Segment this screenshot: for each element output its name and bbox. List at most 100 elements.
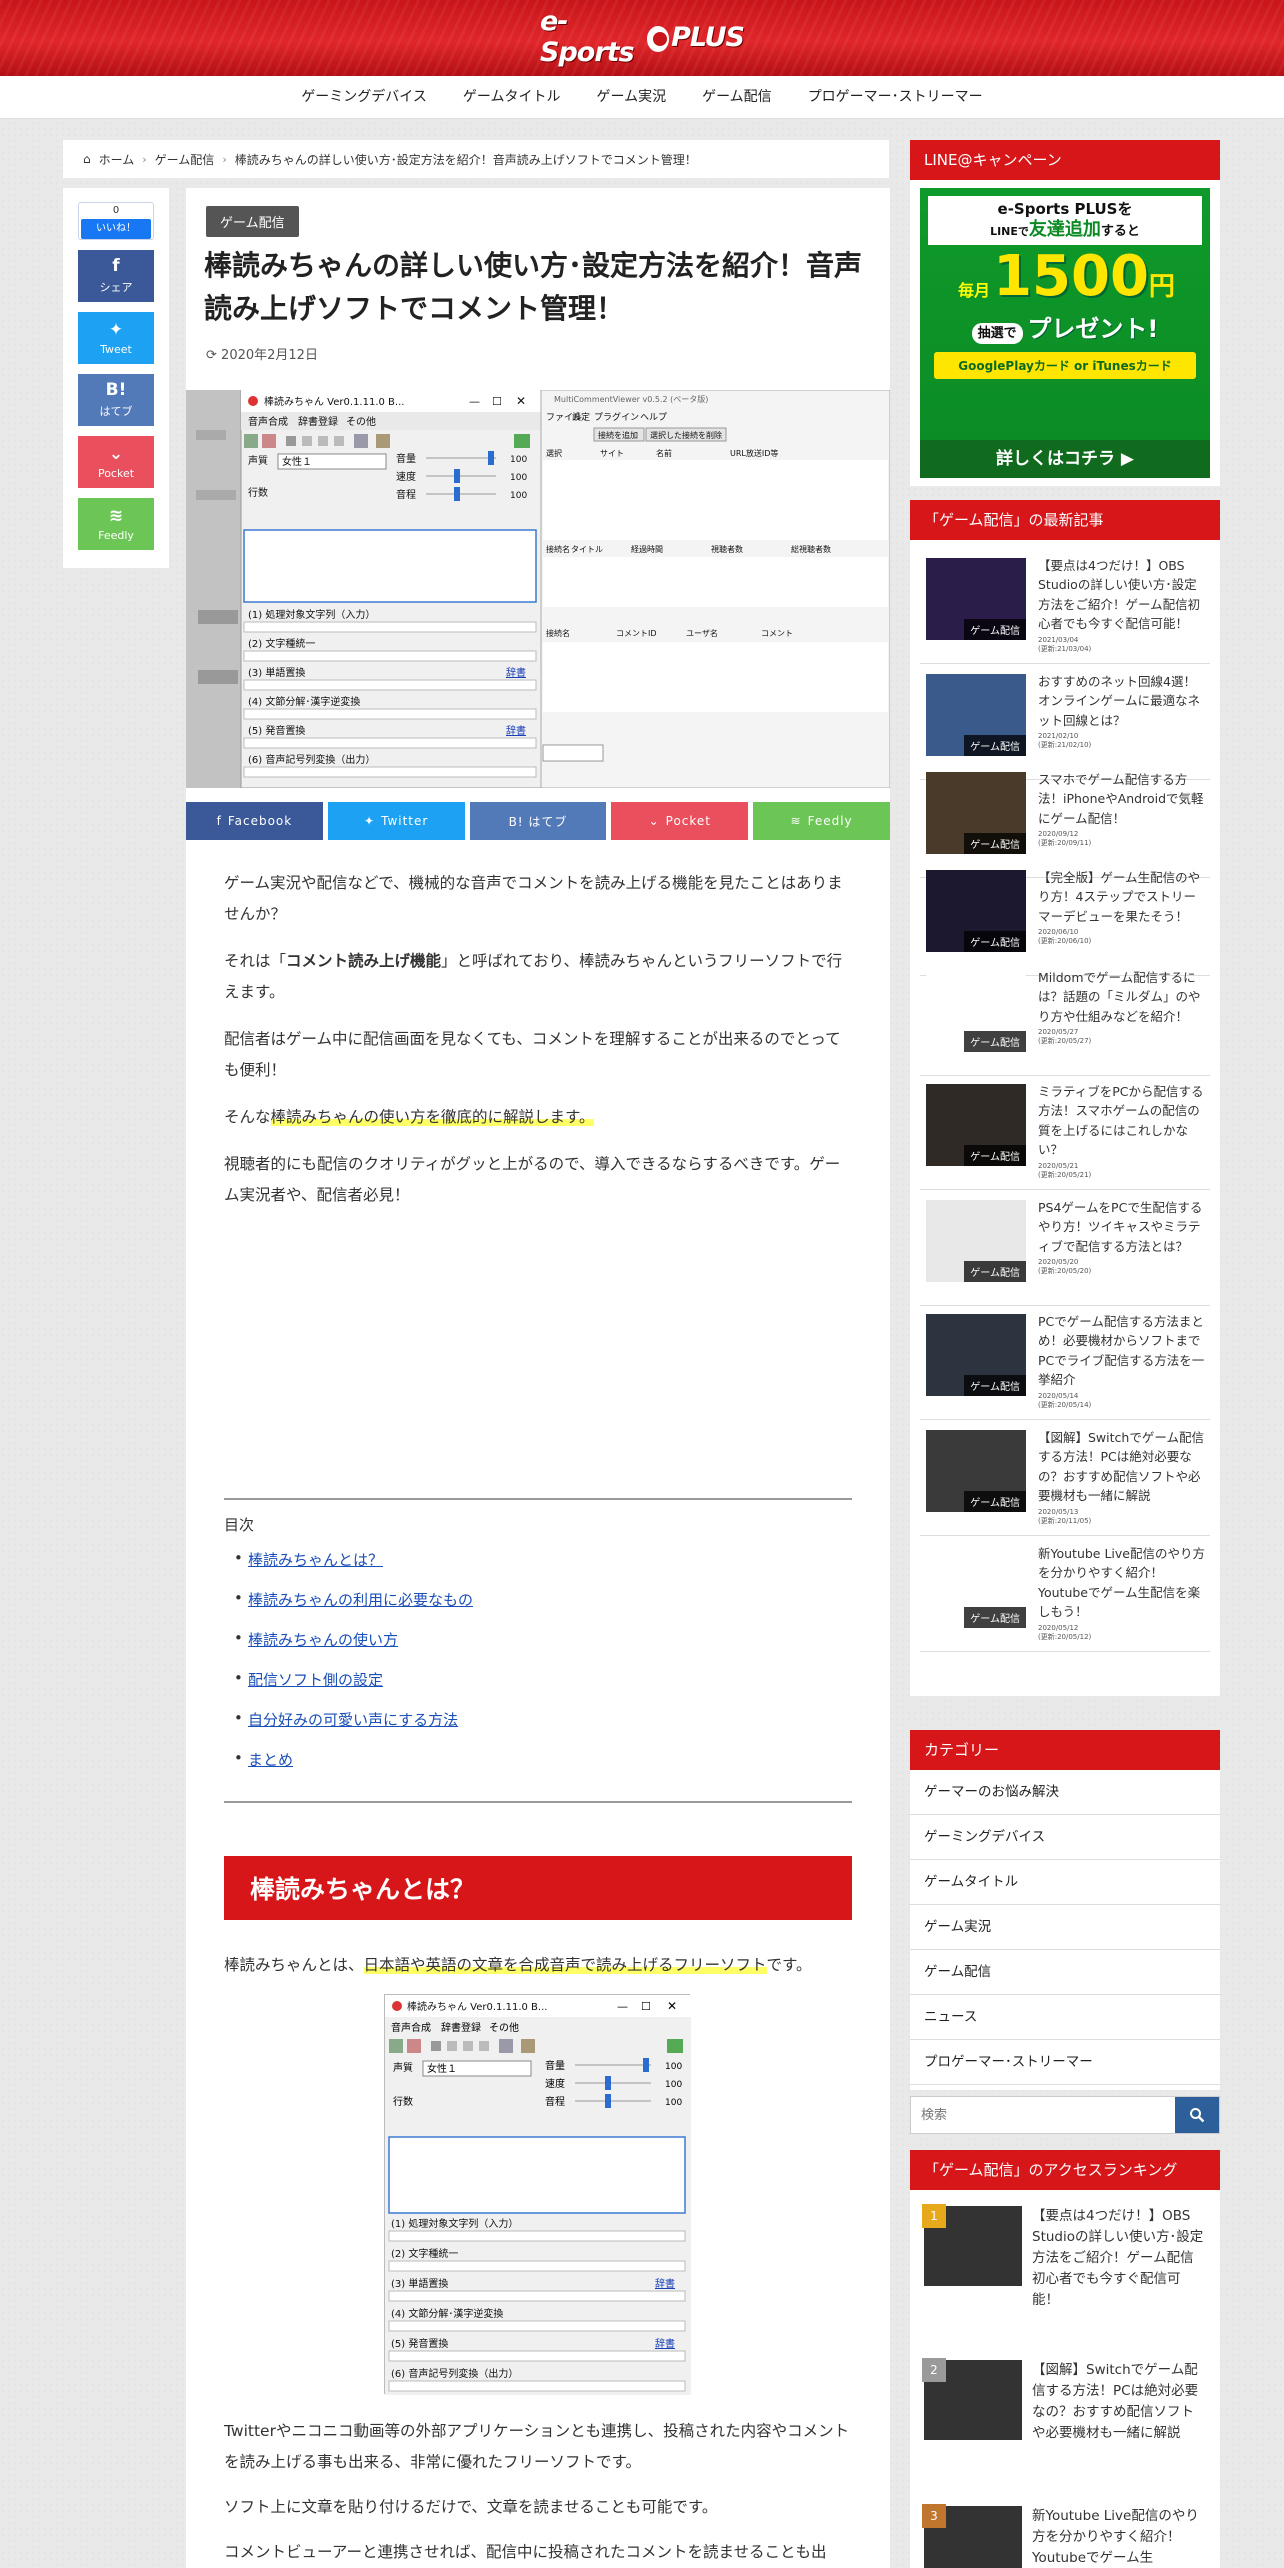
category-link[interactable]: プロゲーマー･ストリーマー [910,2040,1220,2085]
sharebar-pocket-button[interactable]: ⌄ Pocket [611,802,749,840]
hero-section: (3) 単語置換 [248,666,305,679]
post-title[interactable]: 【完全版】ゲーム生配信のやり方！4ステップでストリーマーデビューを果たそう！ [1038,868,1208,926]
category-link[interactable]: ゲーム配信 [910,1950,1220,1995]
recent-post-item[interactable]: ゲーム配信 新Youtube Live配信のやり方を分かりやすく紹介！Youtub… [920,1536,1210,1652]
post-thumbnail[interactable]: ゲーム配信 [926,1084,1026,1166]
hero-value: 100 [665,2098,682,2108]
category-link[interactable]: ゲーミングデバイス [910,1815,1220,1860]
hero-col: URL放送ID等 [730,448,778,458]
hero-menu: ヘルプ [640,412,667,423]
recent-post-item[interactable]: ゲーム配信 Mildomでゲーム配信するには？話題の「ミルダム」のやり方や仕組みな… [920,960,1210,1076]
hero-tab: 音声合成 [391,2021,431,2034]
recent-post-item[interactable]: ゲーム配信 ミラティブをPCから配信する方法！スマホゲームの配信の質を上げるにはこ… [920,1074,1210,1190]
nav-item-game-title[interactable]: ゲームタイトル [445,76,579,118]
post-thumbnail[interactable]: ゲーム配信 [926,1314,1026,1396]
facebook-like-button[interactable]: 0 いいね！ [78,202,154,240]
site-logo[interactable]: e-Sports PLUS [540,6,745,68]
post-thumbnail[interactable]: ゲーム配信 [926,1430,1026,1512]
post-thumbnail[interactable]: ゲーム配信 [926,674,1026,756]
recent-post-item[interactable]: ゲーム配信 【完全版】ゲーム生配信のやり方！4ステップでストリーマーデビューを果た… [920,860,1210,976]
post-date: 2021/03/04 (更新:21/03/04) [1038,636,1092,654]
article-body-continued: Twitterやニコニコ動画等の外部アプリケーションとも連携し、投稿された内容や… [224,2416,852,2568]
hero-section: (5) 発音置換 [248,724,305,737]
post-title[interactable]: 新Youtube Live配信のやり方を分かりやすく紹介！Youtubeでゲーム… [1038,1544,1208,1622]
post-title[interactable]: Mildomでゲーム配信するには？話題の「ミルダム」のやり方や仕組みなどを紹介！ [1038,968,1208,1026]
share-hatena-button[interactable]: B! はてブ [78,374,154,426]
post-title[interactable]: 【図解】Switchでゲーム配信する方法！PCは絶対必要なの？おすすめ配信ソフト… [1038,1428,1208,1506]
post-title[interactable]: おすすめのネット回線4選！オンラインゲームに最適なネット回線とは？ [1038,672,1208,730]
post-thumbnail[interactable]: ゲーム配信 [926,558,1026,640]
sharebar-twitter-button[interactable]: ✦ Twitter [327,802,465,840]
ranking-thumbnail[interactable]: 3 [922,2504,1022,2568]
category-link[interactable]: ゲームタイトル [910,1860,1220,1905]
nav-item-gaming-device[interactable]: ゲーミングデバイス [283,76,445,118]
post-title[interactable]: 【要点は4つだけ！】OBS Studioの詳しい使い方･設定方法をご紹介！ゲーム… [1038,556,1208,634]
search-input[interactable] [911,2097,1175,2133]
nav-item-game-jikkyo[interactable]: ゲーム実況 [579,76,685,118]
breadcrumb-home[interactable]: ホーム [99,151,135,168]
hero-button: 選択した接続を削除 [650,430,722,440]
article: ゲーム配信 棒読みちゃんの詳しい使い方･設定方法を紹介！音声読み上げソフトでコメ… [186,188,890,2568]
paragraph: そんな棒読みちゃんの使い方を徹底的に解説します。 [224,1108,595,1126]
toc-link[interactable]: 自分好みの可愛い声にする方法 [248,1711,458,1729]
category-link[interactable]: ニュース [910,1995,1220,2040]
post-title[interactable]: PCでゲーム配信する方法まとめ！必要機材からソフトまでPCでライブ配信する方法を… [1038,1312,1208,1390]
hero-label: 声質 [248,454,268,467]
bouyomi-screenshot: 棒読みちゃん Ver0.1.11.0 B... — ☐ ✕ 音声合成 辞書登録 その… [384,1994,691,2395]
toc-link[interactable]: 棒読みちゃんとは？ [248,1551,383,1569]
window-title: 棒読みちゃん Ver0.1.11.0 B... [407,2000,547,2013]
hero-label: 音量 [545,2059,565,2072]
article-body: ゲーム実況や配信などで、機械的な音声でコメントを読み上げる機能を見たことはありま… [224,868,852,1227]
campaign-banner[interactable]: e-Sports PLUSを LINEで友達追加すると 毎月1500円 抽選で … [920,188,1210,478]
share-twitter-button[interactable]: ✦ Tweet [78,312,154,364]
recent-post-item[interactable]: ゲーム配信 【図解】Switchでゲーム配信する方法！PCは絶対必要なの？おすすめ… [920,1420,1210,1536]
nav-item-progamer[interactable]: プロゲーマー･ストリーマー [790,76,1001,118]
category-link[interactable]: ゲーム実況 [910,1905,1220,1950]
share-bar: f Facebook ✦ Twitter B! はてブ ⌄ Pocket ≋ Feedl… [186,802,890,842]
share-facebook-button[interactable]: f シェア [78,250,154,302]
sharebar-facebook-button[interactable]: f Facebook [186,802,323,840]
ranking-title[interactable]: 【要点は4つだけ！】OBS Studioの詳しい使い方･設定方法をご紹介！ゲーム… [1032,2208,1203,2308]
sharebar-feedly-button[interactable]: ≋ Feedly [753,802,890,840]
toc-link[interactable]: 棒読みちゃんの使い方 [248,1631,398,1649]
share-label: Tweet [100,342,132,356]
toc-link[interactable]: 配信ソフト側の設定 [248,1671,383,1689]
toc-link[interactable]: まとめ [248,1751,293,1769]
ranking-thumbnail[interactable]: 2 [922,2358,1022,2440]
article-title: 棒読みちゃんの詳しい使い方･設定方法を紹介！音声読み上げソフトでコメント管理！ [204,249,863,326]
toc-link[interactable]: 棒読みちゃんの利用に必要なもの [248,1591,473,1609]
post-thumbnail[interactable]: ゲーム配信 [926,870,1026,952]
ranking-item[interactable]: 3 新Youtube Live配信のやり方を分かりやすく紹介！Youtubeでゲー… [922,2504,1206,2568]
recent-post-item[interactable]: ゲーム配信 PCでゲーム配信する方法まとめ！必要機材からソフトまでPCでライブ配信… [920,1304,1210,1420]
post-thumbnail[interactable]: ゲーム配信 [926,1200,1026,1282]
recent-post-item[interactable]: ゲーム配信 【要点は4つだけ！】OBS Studioの詳しい使い方･設定方法をご紹… [920,548,1210,664]
pocket-icon: ⌄ [108,443,124,464]
ranking-item[interactable]: 2 【図解】Switchでゲーム配信する方法！PCは絶対必要なの？おすすめ配信ソフ… [922,2358,1206,2446]
banner-text: 円 [1148,272,1175,303]
ranking-title[interactable]: 新Youtube Live配信のやり方を分かりやすく紹介！Youtubeでゲーム… [1032,2508,1199,2566]
post-title[interactable]: PS4ゲームをPCで生配信するやり方！ツイキャスやミラティブで配信する方法とは？ [1038,1198,1208,1256]
ranking-thumbnail[interactable]: 1 [922,2204,1022,2286]
recent-posts-widget: 「ゲーム配信」の最新記事 ゲーム配信 【要点は4つだけ！】OBS Studioの詳… [910,500,1220,1696]
category-badge[interactable]: ゲーム配信 [206,206,299,237]
category-link[interactable]: ゲーマーのお悩み解決 [910,1770,1220,1815]
thumb-category-label: ゲーム配信 [964,1607,1026,1628]
share-pocket-button[interactable]: ⌄ Pocket [78,436,154,488]
post-title[interactable]: スマホでゲーム配信する方法！iPhoneやAndroidで気軽にゲーム配信！ [1038,770,1208,828]
nav-item-game-haishin[interactable]: ゲーム配信 [684,76,790,118]
post-thumbnail[interactable]: ゲーム配信 [926,970,1026,1052]
post-thumbnail[interactable]: ゲーム配信 [926,772,1026,854]
post-title[interactable]: ミラティブをPCから配信する方法！スマホゲームの配信の質を上げるにはこれしかない… [1038,1082,1208,1160]
post-thumbnail[interactable]: ゲーム配信 [926,1546,1026,1628]
home-icon: ⌂ [83,152,91,166]
search-button[interactable] [1175,2097,1219,2133]
ranking-title[interactable]: 【図解】Switchでゲーム配信する方法！PCは絶対必要なの？おすすめ配信ソフト… [1032,2362,1198,2441]
ranking-item[interactable]: 1 【要点は4つだけ！】OBS Studioの詳しい使い方･設定方法をご紹介！ゲー… [922,2204,1206,2311]
twitter-icon: ✦ [364,814,376,828]
breadcrumb-category[interactable]: ゲーム配信 [155,151,215,168]
hero-value: 女性１ [282,455,312,468]
recent-post-item[interactable]: ゲーム配信 PS4ゲームをPCで生配信するやり方！ツイキャスやミラティブで配信する… [920,1190,1210,1306]
sharebar-hatena-button[interactable]: B! はてブ [469,802,607,840]
share-feedly-button[interactable]: ≋ Feedly [78,498,154,550]
refresh-icon: ⟳ [206,348,217,363]
